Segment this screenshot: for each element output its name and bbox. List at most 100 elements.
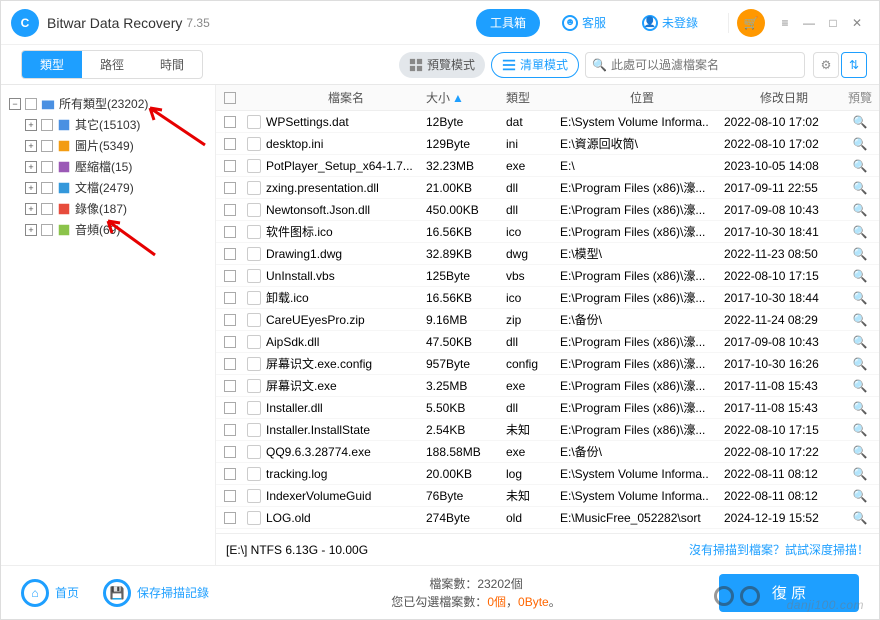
- preview-button[interactable]: 🔍: [844, 379, 876, 393]
- preview-button[interactable]: 🔍: [844, 511, 876, 525]
- preview-button[interactable]: 🔍: [844, 335, 876, 349]
- tree-item[interactable]: +音頻(69): [25, 219, 207, 240]
- row-checkbox[interactable]: [224, 160, 236, 172]
- row-checkbox[interactable]: [224, 116, 236, 128]
- header-name[interactable]: 檔案名: [264, 89, 426, 106]
- row-checkbox[interactable]: [224, 336, 236, 348]
- table-row[interactable]: Drawing1.dwg32.89KBdwgE:\模型\2022-11-23 0…: [216, 243, 879, 265]
- collapse-icon[interactable]: −: [9, 98, 21, 110]
- tree-item[interactable]: +錄像(187): [25, 198, 207, 219]
- row-checkbox[interactable]: [224, 424, 236, 436]
- tab-time[interactable]: 時間: [142, 51, 202, 78]
- row-checkbox[interactable]: [224, 358, 236, 370]
- list-mode-button[interactable]: 清單模式: [491, 52, 579, 78]
- preview-button[interactable]: 🔍: [844, 445, 876, 459]
- table-row[interactable]: 卸载.ico16.56KBicoE:\Program Files (x86)\濠…: [216, 287, 879, 309]
- tree-item[interactable]: +其它(15103): [25, 114, 207, 135]
- row-checkbox[interactable]: [224, 402, 236, 414]
- row-checkbox[interactable]: [224, 204, 236, 216]
- checkbox[interactable]: [41, 161, 53, 173]
- table-row[interactable]: IndexerVolumeGuid76Byte未知E:\System Volum…: [216, 485, 879, 507]
- search-input[interactable]: [611, 58, 798, 72]
- checkbox[interactable]: [41, 182, 53, 194]
- preview-button[interactable]: 🔍: [844, 115, 876, 129]
- recover-button[interactable]: 復 原: [719, 574, 859, 612]
- tab-type[interactable]: 類型: [22, 51, 82, 78]
- preview-button[interactable]: 🔍: [844, 225, 876, 239]
- preview-button[interactable]: 🔍: [844, 467, 876, 481]
- header-size[interactable]: 大小▲: [426, 89, 506, 106]
- table-row[interactable]: Newtonsoft.Json.dll450.00KBdllE:\Program…: [216, 199, 879, 221]
- row-checkbox[interactable]: [224, 182, 236, 194]
- table-row[interactable]: UnInstall.vbs125BytevbsE:\Program Files …: [216, 265, 879, 287]
- expand-icon[interactable]: +: [25, 203, 37, 215]
- row-checkbox[interactable]: [224, 468, 236, 480]
- toolbox-button[interactable]: 工具箱: [476, 9, 540, 37]
- login-button[interactable]: 👤未登錄: [628, 9, 712, 37]
- checkbox[interactable]: [41, 224, 53, 236]
- maximize-button[interactable]: □: [821, 11, 845, 35]
- preview-button[interactable]: 🔍: [844, 203, 876, 217]
- expand-icon[interactable]: +: [25, 182, 37, 194]
- preview-button[interactable]: 🔍: [844, 357, 876, 371]
- table-row[interactable]: LOG.old274ByteoldE:\MusicFree_052282\sor…: [216, 507, 879, 529]
- tree-item[interactable]: +文檔(2479): [25, 177, 207, 198]
- preview-button[interactable]: 🔍: [844, 181, 876, 195]
- minimize-button[interactable]: —: [797, 11, 821, 35]
- preview-button[interactable]: 🔍: [844, 247, 876, 261]
- support-button[interactable]: ☻客服: [548, 9, 620, 37]
- expand-icon[interactable]: +: [25, 224, 37, 236]
- preview-button[interactable]: 🔍: [844, 401, 876, 415]
- close-button[interactable]: ✕: [845, 11, 869, 35]
- checkbox[interactable]: [41, 203, 53, 215]
- row-checkbox[interactable]: [224, 512, 236, 524]
- cart-button[interactable]: 🛒: [737, 9, 765, 37]
- checkbox[interactable]: [25, 98, 37, 110]
- save-scan-button[interactable]: 💾 保存掃描記錄: [103, 579, 209, 607]
- expand-icon[interactable]: +: [25, 119, 37, 131]
- header-date[interactable]: 修改日期: [724, 89, 844, 106]
- row-checkbox[interactable]: [224, 380, 236, 392]
- preview-button[interactable]: 🔍: [844, 137, 876, 151]
- row-checkbox[interactable]: [224, 314, 236, 326]
- preview-button[interactable]: 🔍: [844, 313, 876, 327]
- table-row[interactable]: 屏幕识文.exe.config957ByteconfigE:\Program F…: [216, 353, 879, 375]
- table-row[interactable]: WPSettings.dat12BytedatE:\System Volume …: [216, 111, 879, 133]
- preview-button[interactable]: 🔍: [844, 269, 876, 283]
- row-checkbox[interactable]: [224, 490, 236, 502]
- table-row[interactable]: tracking.log20.00KBlogE:\System Volume I…: [216, 463, 879, 485]
- table-row[interactable]: zxing.presentation.dll21.00KBdllE:\Progr…: [216, 177, 879, 199]
- row-checkbox[interactable]: [224, 270, 236, 282]
- tab-path[interactable]: 路徑: [82, 51, 142, 78]
- row-checkbox[interactable]: [224, 138, 236, 150]
- expand-icon[interactable]: +: [25, 140, 37, 152]
- deep-scan-link[interactable]: 沒有掃描到檔案？試試深度掃描！: [689, 541, 869, 558]
- row-checkbox[interactable]: [224, 292, 236, 304]
- tree-item[interactable]: +壓縮檔(15): [25, 156, 207, 177]
- preview-mode-button[interactable]: 預覽模式: [399, 52, 485, 78]
- expand-icon[interactable]: +: [25, 161, 37, 173]
- filter-button[interactable]: ⇅: [841, 52, 867, 78]
- preview-button[interactable]: 🔍: [844, 159, 876, 173]
- table-row[interactable]: 屏幕识文.exe3.25MBexeE:\Program Files (x86)\…: [216, 375, 879, 397]
- table-row[interactable]: 软件图标.ico16.56KBicoE:\Program Files (x86)…: [216, 221, 879, 243]
- table-row[interactable]: PotPlayer_Setup_x64-1.7...32.23MBexeE:\2…: [216, 155, 879, 177]
- search-box[interactable]: 🔍: [585, 52, 805, 78]
- header-location[interactable]: 位置: [560, 89, 724, 106]
- table-row[interactable]: Installer.InstallState2.54KB未知E:\Program…: [216, 419, 879, 441]
- tree-item[interactable]: +圖片(5349): [25, 135, 207, 156]
- header-type[interactable]: 類型: [506, 89, 560, 106]
- table-row[interactable]: AipSdk.dll47.50KBdllE:\Program Files (x8…: [216, 331, 879, 353]
- table-row[interactable]: Installer.dll5.50KBdllE:\Program Files (…: [216, 397, 879, 419]
- home-button[interactable]: ⌂ 首页: [21, 579, 79, 607]
- checkbox[interactable]: [41, 119, 53, 131]
- select-all-checkbox[interactable]: [224, 92, 236, 104]
- menu-button[interactable]: ≡: [773, 11, 797, 35]
- settings-button[interactable]: ⚙: [813, 52, 839, 78]
- table-row[interactable]: CareUEyesPro.zip9.16MBzipE:\备份\2022-11-2…: [216, 309, 879, 331]
- preview-button[interactable]: 🔍: [844, 291, 876, 305]
- table-row[interactable]: QQ9.6.3.28774.exe188.58MBexeE:\备份\2022-0…: [216, 441, 879, 463]
- row-checkbox[interactable]: [224, 248, 236, 260]
- tree-root[interactable]: − 所有類型(23202): [9, 93, 207, 114]
- row-checkbox[interactable]: [224, 446, 236, 458]
